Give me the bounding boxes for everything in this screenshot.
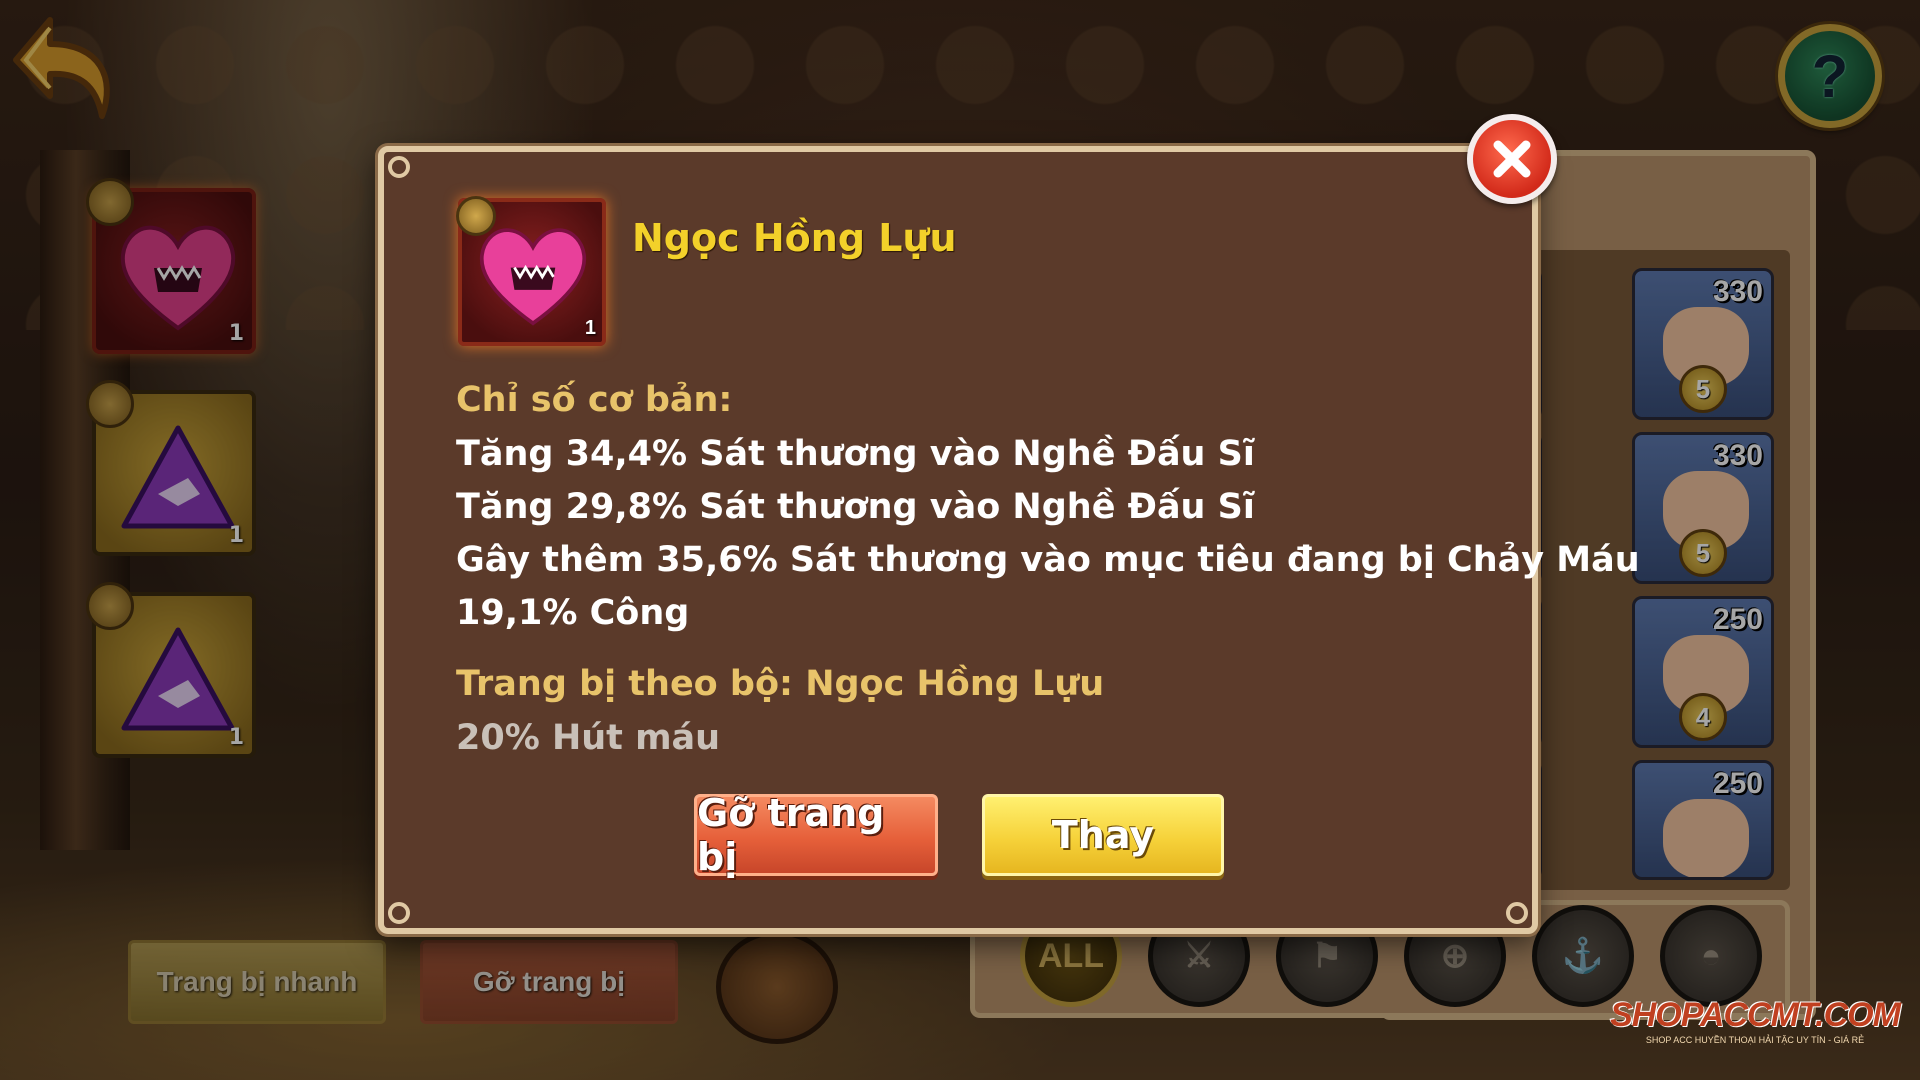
unequip-button[interactable]: Gỡ trang bị: [694, 791, 938, 879]
stat-line: Tăng 29,8% Sát thương vào Nghề Đấu Sĩ: [456, 487, 1255, 527]
base-stats-title: Chỉ số cơ bản:: [456, 380, 733, 420]
stat-line: 19,1% Công: [456, 593, 690, 633]
set-bonus-title: Trang bị theo bộ: Ngọc Hồng Lựu: [456, 664, 1105, 704]
stat-line: Tăng 34,4% Sát thương vào Nghề Đấu Sĩ: [456, 434, 1255, 474]
item-name: Ngọc Hồng Lựu: [632, 216, 957, 260]
corner-ornament: [388, 902, 410, 924]
corner-ornament: [388, 156, 410, 178]
corner-ornament: [1506, 902, 1528, 924]
item-icon: 1: [456, 196, 606, 346]
stat-line: Gây thêm 35,6% Sát thương vào mục tiêu đ…: [456, 540, 1640, 580]
item-level: 1: [584, 317, 596, 339]
replace-button[interactable]: Thay: [982, 794, 1224, 876]
close-icon: [1493, 140, 1531, 178]
set-bonus-value: 20% Hút máu: [456, 718, 721, 758]
watermark-logo: SHOPACCMT.COM SHOP ACC HUYỀN THOẠI HẢI T…: [1610, 980, 1901, 1060]
watermark-subtext: SHOP ACC HUYỀN THOẠI HẢI TẶC UY TÍN - GI…: [1645, 1034, 1865, 1045]
close-button[interactable]: [1467, 114, 1557, 204]
watermark-text: SHOPACCMT.COM: [1610, 995, 1901, 1034]
heart-gem-icon: [479, 228, 587, 326]
